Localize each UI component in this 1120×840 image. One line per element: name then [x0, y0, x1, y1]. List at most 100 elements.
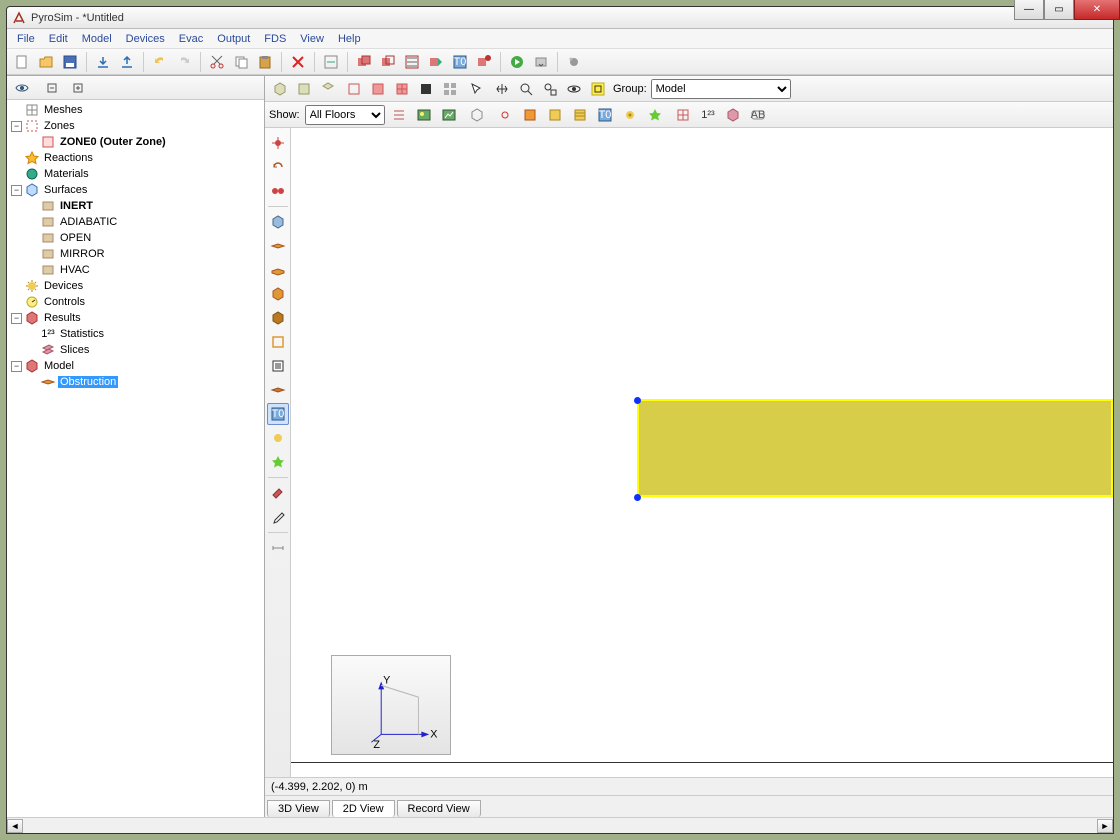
tree-item-adiabatic[interactable]: ADIABATIC [7, 214, 264, 230]
view-side-button[interactable] [317, 78, 339, 100]
group-props-button[interactable] [425, 51, 447, 73]
canvas[interactable]: Y X Z [291, 128, 1113, 777]
t0-tool-button[interactable]: T0 [267, 403, 289, 425]
view-multi-button[interactable] [439, 78, 461, 100]
save-button[interactable] [59, 51, 81, 73]
obstruction-shape[interactable] [637, 399, 1113, 497]
tree-item-obstruction[interactable]: Obstruction [7, 374, 264, 390]
export-button[interactable] [116, 51, 138, 73]
scroll-left-button[interactable]: ◄ [7, 819, 23, 833]
floor-image-a-button[interactable] [413, 104, 435, 126]
expand-all-button[interactable] [67, 77, 89, 99]
minimize-button[interactable]: — [1014, 6, 1044, 20]
menu-view[interactable]: View [294, 31, 330, 47]
box-tool-button[interactable] [267, 211, 289, 233]
slab-d-tool-button[interactable] [267, 307, 289, 329]
floors-select[interactable]: All Floors [305, 105, 385, 125]
tree-item-model[interactable]: −Model [7, 358, 264, 374]
measure-tool-button[interactable] [267, 537, 289, 559]
view-wire-button[interactable] [343, 78, 365, 100]
tree-item-zone0-outer-zone-[interactable]: ZONE0 (Outer Zone) [7, 134, 264, 150]
collapse-all-button[interactable] [41, 77, 63, 99]
group-list-button[interactable] [401, 51, 423, 73]
page-button[interactable] [722, 104, 744, 126]
floor-filter-a-button[interactable] [388, 104, 410, 126]
paste-button[interactable] [254, 51, 276, 73]
run-button[interactable] [506, 51, 528, 73]
layer-lines-button[interactable] [569, 104, 591, 126]
group-a-button[interactable] [353, 51, 375, 73]
group-b-button[interactable] [377, 51, 399, 73]
maximize-button[interactable]: ▭ [1044, 6, 1074, 20]
tree-item-reactions[interactable]: Reactions [7, 150, 264, 166]
menu-devices[interactable]: Devices [120, 31, 171, 47]
layer-orange-button[interactable] [519, 104, 541, 126]
orbit-tool-button[interactable] [563, 78, 585, 100]
tree-item-open[interactable]: OPEN [7, 230, 264, 246]
tree-twisty[interactable]: − [11, 313, 22, 324]
floor-image-b-button[interactable] [438, 104, 460, 126]
rotate-tool-button[interactable] [267, 156, 289, 178]
label-123-button[interactable]: 1²³ [697, 104, 719, 126]
tree-item-devices[interactable]: Devices [7, 278, 264, 294]
gear-tool-button[interactable] [267, 427, 289, 449]
mirror-tool-button[interactable] [267, 180, 289, 202]
group-c-button[interactable] [473, 51, 495, 73]
navigator-tree[interactable]: Meshes−ZonesZONE0 (Outer Zone)ReactionsM… [7, 100, 264, 817]
tree-item-mirror[interactable]: MIRROR [7, 246, 264, 262]
horizontal-scrollbar[interactable]: ◄ ► [7, 817, 1113, 833]
axis-triad[interactable]: Y X Z [331, 655, 451, 755]
menu-model[interactable]: Model [76, 31, 118, 47]
tree-twisty[interactable]: − [11, 121, 22, 132]
t0-button[interactable]: T0 [449, 51, 471, 73]
view-solid-button[interactable] [367, 78, 389, 100]
scroll-right-button[interactable]: ► [1097, 819, 1113, 833]
new-button[interactable] [11, 51, 33, 73]
slab-e-tool-button[interactable] [267, 331, 289, 353]
layer-yellow-button[interactable] [544, 104, 566, 126]
menu-edit[interactable]: Edit [43, 31, 74, 47]
view-3d-button[interactable] [269, 78, 291, 100]
undo-button[interactable] [149, 51, 171, 73]
redo-button[interactable] [173, 51, 195, 73]
run-dropdown-button[interactable] [530, 51, 552, 73]
import-button[interactable] [92, 51, 114, 73]
group-select[interactable]: Model [651, 79, 791, 99]
tree-item-results[interactable]: −Results [7, 310, 264, 326]
tab-3d-view[interactable]: 3D View [267, 800, 330, 817]
tree-item-hvac[interactable]: HVAC [7, 262, 264, 278]
slab-a-tool-button[interactable] [267, 235, 289, 257]
tab-2d-view[interactable]: 2D View [332, 800, 395, 817]
select-tool-button[interactable] [465, 78, 487, 100]
pan-tool-button[interactable] [491, 78, 513, 100]
menu-fds[interactable]: FDS [258, 31, 292, 47]
menu-help[interactable]: Help [332, 31, 367, 47]
resize-handle-bl[interactable] [634, 494, 641, 501]
menu-output[interactable]: Output [211, 31, 256, 47]
slab-b-tool-button[interactable] [267, 259, 289, 281]
link-button[interactable] [494, 104, 516, 126]
open-button[interactable] [35, 51, 57, 73]
star-tool-button[interactable] [267, 451, 289, 473]
wireframe-toggle-button[interactable] [466, 104, 488, 126]
view-mesh-button[interactable] [391, 78, 413, 100]
tree-twisty[interactable]: − [11, 185, 22, 196]
layer-t0-button[interactable]: T0 [594, 104, 616, 126]
eyedropper-tool-button[interactable] [267, 506, 289, 528]
tree-item-surfaces[interactable]: −Surfaces [7, 182, 264, 198]
ab-button[interactable]: AB [747, 104, 769, 126]
tree-item-materials[interactable]: Materials [7, 166, 264, 182]
delete-button[interactable] [287, 51, 309, 73]
layer-gear-button[interactable] [619, 104, 641, 126]
fit-view-button[interactable] [587, 78, 609, 100]
view-front-button[interactable] [293, 78, 315, 100]
menu-evac[interactable]: Evac [173, 31, 209, 47]
grid-button[interactable] [672, 104, 694, 126]
tree-item-slices[interactable]: Slices [7, 342, 264, 358]
particle-button[interactable] [563, 51, 585, 73]
text-list-button[interactable] [267, 355, 289, 377]
zoom-tool-button[interactable] [515, 78, 537, 100]
tree-item-zones[interactable]: −Zones [7, 118, 264, 134]
tree-item-statistics[interactable]: 1²³Statistics [7, 326, 264, 342]
resize-handle-tl[interactable] [634, 397, 641, 404]
